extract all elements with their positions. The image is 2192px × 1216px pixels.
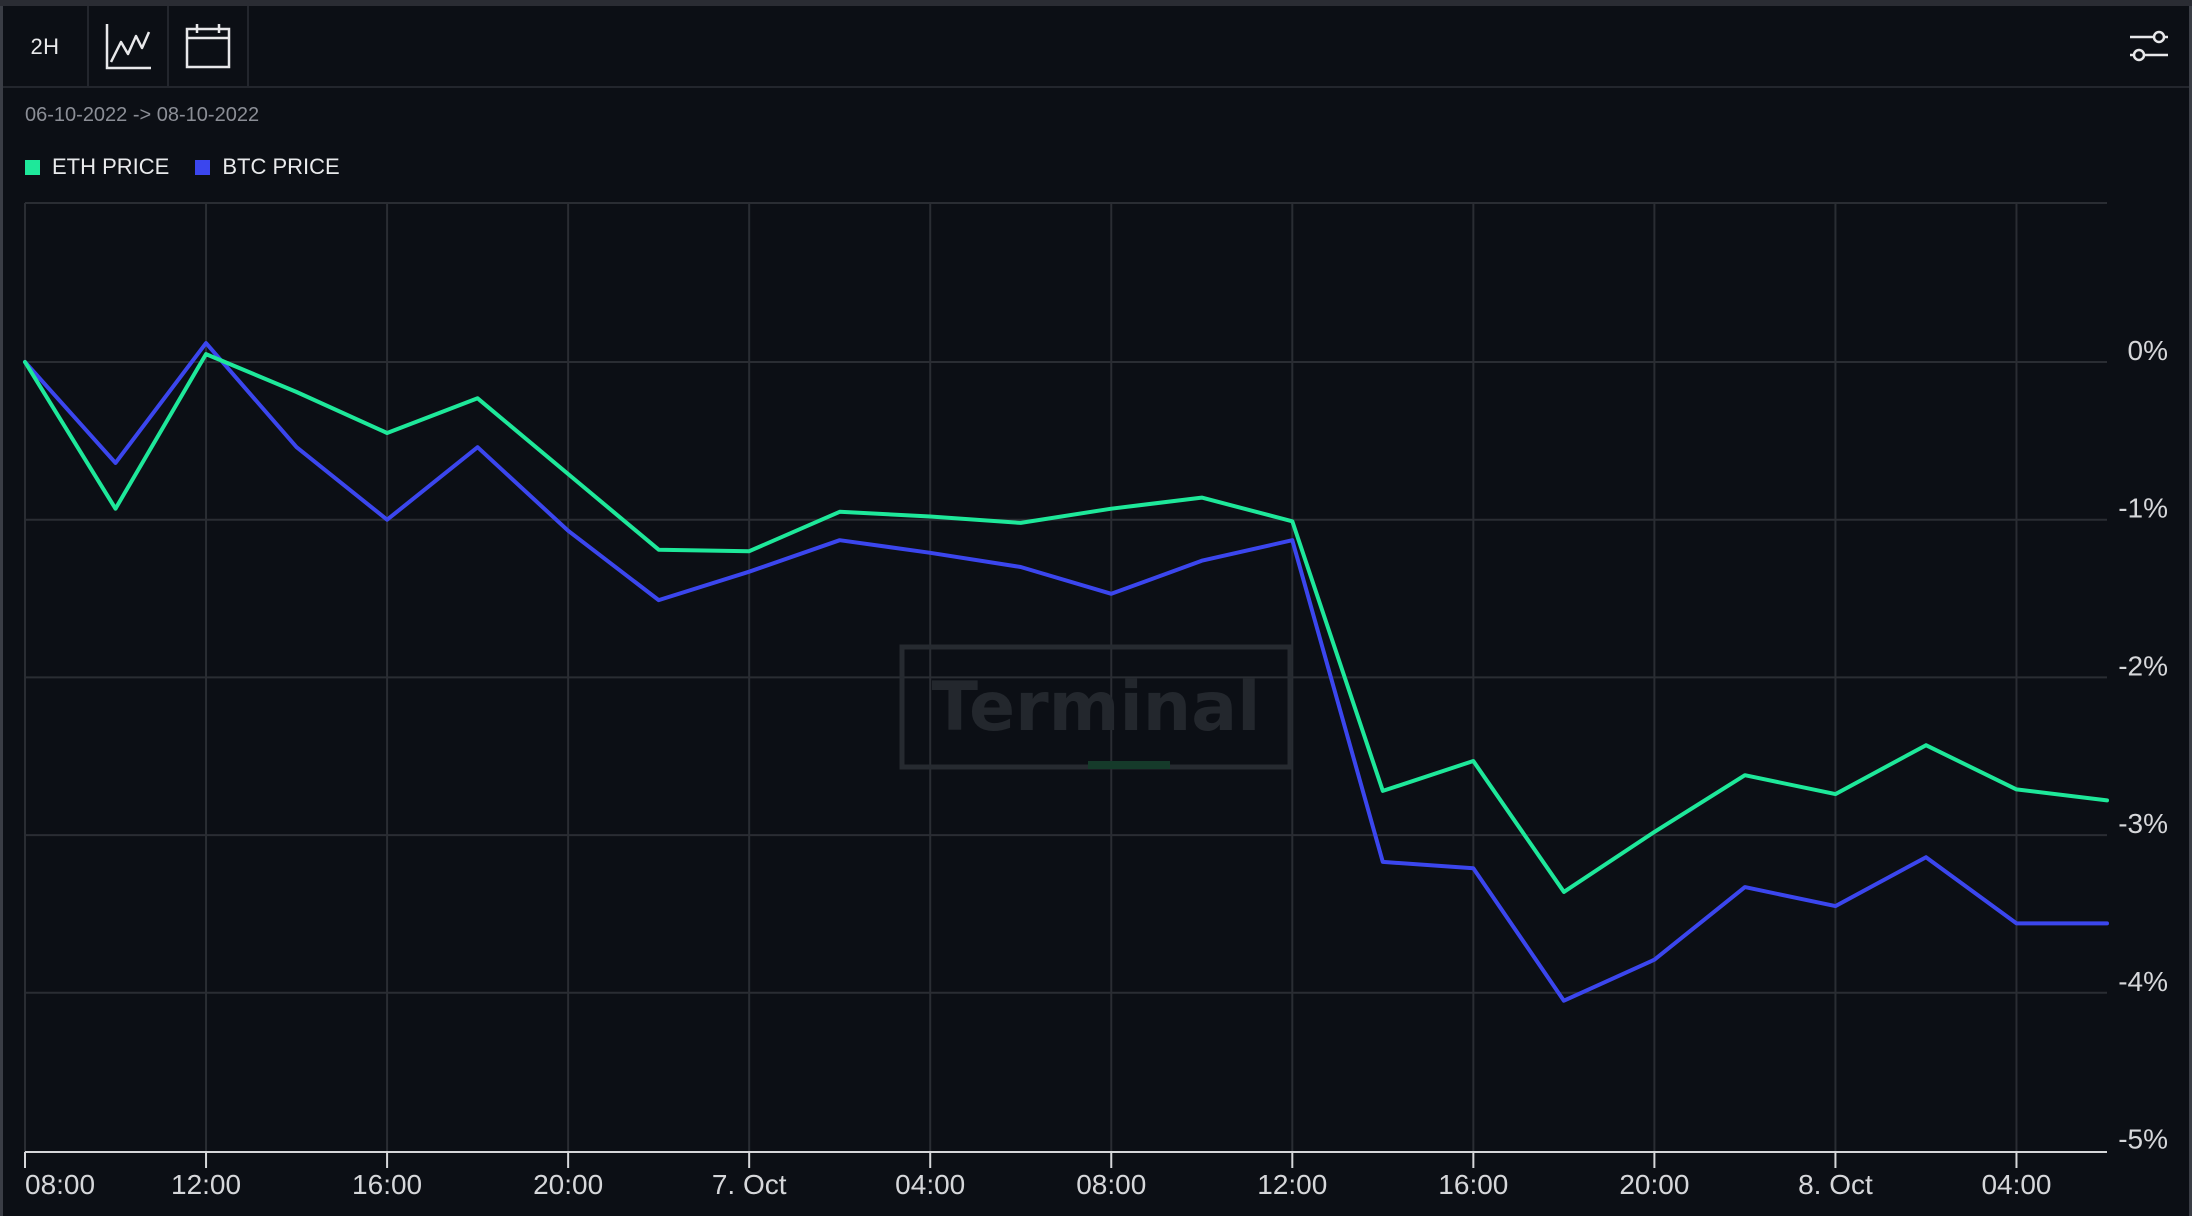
y-tick-label: -3% bbox=[2118, 808, 2168, 839]
y-tick-label: -5% bbox=[2118, 1124, 2168, 1155]
y-tick-label: -1% bbox=[2118, 493, 2168, 524]
terminal-watermark: Terminal bbox=[899, 644, 1293, 770]
eth-price-line[interactable] bbox=[23, 352, 2109, 894]
watermark-text: Terminal bbox=[932, 668, 1261, 747]
x-tick-label: 7. Oct bbox=[712, 1169, 787, 1200]
y-tick-label: 0% bbox=[2128, 335, 2168, 366]
x-tick-label: 20:00 bbox=[533, 1169, 603, 1200]
y-tick-label: -4% bbox=[2118, 966, 2168, 997]
x-tick-label: 12:00 bbox=[1257, 1169, 1327, 1200]
x-tick-label: 08:00 bbox=[25, 1169, 95, 1200]
x-tick-label: 8. Oct bbox=[1798, 1169, 1873, 1200]
x-tick-label: 04:00 bbox=[1981, 1169, 2051, 1200]
y-tick-label: -2% bbox=[2118, 650, 2168, 681]
x-tick-label: 16:00 bbox=[1438, 1169, 1508, 1200]
price-chart: Terminal 0% -1% -2% -3% -4% -5% 08:00 12:00 16:0… bbox=[23, 202, 2168, 1200]
x-tick-label: 04:00 bbox=[895, 1169, 965, 1200]
x-tick-label: 16:00 bbox=[352, 1169, 422, 1200]
x-tick-label: 08:00 bbox=[1076, 1169, 1146, 1200]
x-tick-label: 20:00 bbox=[1619, 1169, 1689, 1200]
x-tick-label: 12:00 bbox=[171, 1169, 241, 1200]
